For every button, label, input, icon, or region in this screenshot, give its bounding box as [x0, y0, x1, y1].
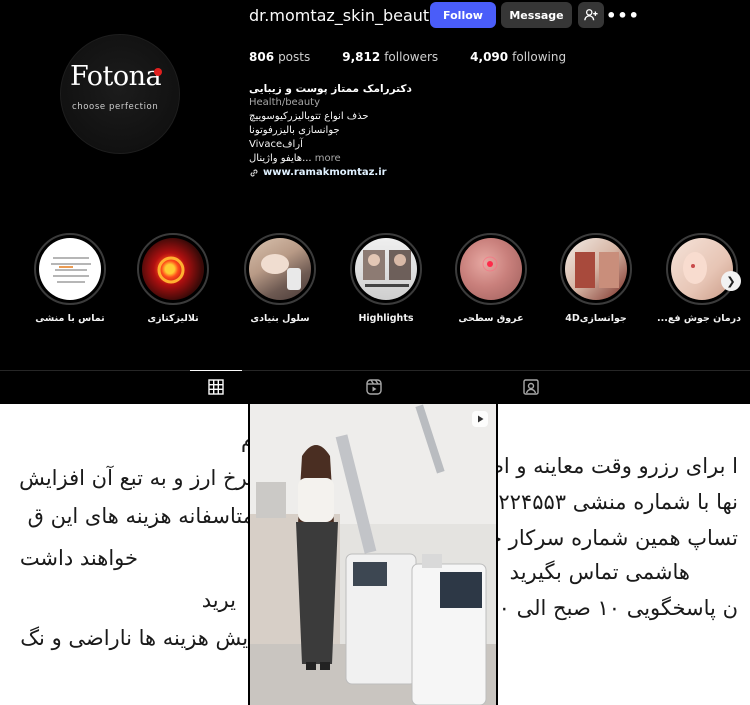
avatar-brand-text: Fotona — [70, 61, 162, 92]
bio-website-link[interactable]: www.ramakmomtaz.ir — [249, 166, 489, 180]
acne-treatment-graphic — [683, 252, 707, 284]
post-text-line: ا برای رزرو وقت معاینه و اطلاع — [498, 454, 738, 478]
website-url: www.ramakmomtaz.ir — [263, 167, 387, 178]
highlight-thumbnail — [355, 238, 417, 300]
highlight-thumbnail — [142, 238, 204, 300]
profile-stats: 806 posts 9,812 followers 4,090 followin… — [249, 50, 598, 64]
following-label: following — [512, 50, 567, 64]
post-text-line: ایش هزینه ها ناراضی و نگ — [20, 626, 248, 650]
posts-grid: م نرخ ارز و به تبع آن افزایش متاسفانه هز… — [0, 404, 750, 705]
highlight-label: تماس با منشی — [35, 313, 105, 324]
post-text-line: متاسفانه هزینه های این ق — [27, 504, 248, 528]
highlight-item[interactable]: تلالیزکتازی — [134, 233, 212, 324]
following-stat[interactable]: 4,090 following — [470, 50, 566, 64]
message-button[interactable]: Message — [501, 2, 572, 28]
highlight-label: Highlights — [358, 313, 414, 324]
posts-stat[interactable]: 806 posts — [249, 50, 310, 64]
reel-badge-icon — [472, 411, 488, 427]
profile-tabs — [0, 370, 750, 403]
laser-ring-graphic — [157, 256, 185, 284]
post-tile[interactable] — [250, 404, 496, 705]
link-icon — [250, 169, 258, 177]
skin-closeup-graphic — [482, 256, 498, 272]
highlight-thumbnail — [565, 238, 627, 300]
highlight-thumbnail — [249, 238, 311, 300]
highlight-thumbnail — [39, 238, 101, 300]
highlight-thumbnail — [671, 238, 733, 300]
highlight-item[interactable]: تماس با منشی — [31, 233, 109, 324]
post-text-line: هاشمی تماس بگیرید — [509, 560, 690, 584]
highlight-thumbnail — [460, 238, 522, 300]
highlight-label: تلالیزکتازی — [147, 313, 199, 324]
followers-label: followers — [384, 50, 439, 64]
active-tab-indicator — [190, 370, 242, 371]
posts-count: 806 — [249, 50, 275, 64]
tab-posts[interactable] — [206, 377, 226, 397]
bio-line: آرافVivace — [249, 139, 303, 150]
bio-name: دکتررامک ممتاز پوست و زیبایی — [249, 83, 412, 95]
tagged-user-icon — [523, 379, 539, 395]
grid-icon — [208, 379, 224, 395]
highlight-label: سلول بنیادی — [250, 313, 310, 324]
chevron-right-icon: ❯ — [726, 274, 736, 288]
tab-reels[interactable] — [364, 377, 384, 397]
reels-small-icon — [478, 415, 484, 423]
bio-more-link[interactable]: more — [315, 153, 341, 164]
avatar-brand-dot — [154, 68, 162, 76]
avatar-tagline: choose perfection — [72, 102, 159, 112]
tab-tagged[interactable] — [521, 377, 541, 397]
following-count: 4,090 — [470, 50, 509, 64]
post-text-line: م — [240, 428, 248, 452]
post-text-line: یرید — [201, 588, 236, 612]
highlight-label: عروق سطحی — [458, 313, 524, 324]
post-tile[interactable]: ا برای رزرو وقت معاینه و اطلاع نها با شم… — [498, 404, 750, 705]
bio-line-with-more: هایفو واژینال... more — [249, 152, 489, 166]
bio-line: جوانسازی بالیزرفوتونا — [249, 125, 340, 136]
highlights-next-button[interactable]: ❯ — [721, 271, 741, 291]
rejuvenation-photo-graphic — [575, 252, 619, 288]
post-text-line: تساپ همین شماره سرکار خان — [498, 526, 738, 550]
reels-icon — [366, 379, 382, 395]
post-text-line: نرخ ارز و به تبع آن افزایش — [19, 466, 248, 490]
highlight-item[interactable]: سلول بنیادی — [241, 233, 319, 324]
followers-stat[interactable]: 9,812 followers — [342, 50, 438, 64]
post-text-line: نها با شماره منشی ۰۹۱۲۳۲۲۴۵۵۳ — [498, 490, 738, 514]
more-dots-icon: ••• — [606, 5, 640, 25]
clinic-reel-photo — [250, 404, 496, 705]
profile-username: dr.momtaz_skin_beauty — [249, 6, 439, 25]
bio-line: حذف انواع تتوبالیزرکیوسوییچ — [249, 111, 369, 122]
highlight-label: درمان جوش فع... — [657, 313, 741, 324]
follow-button[interactable]: Follow — [430, 2, 496, 28]
highlight-item[interactable]: عروق سطحی — [452, 233, 530, 324]
treatment-photo-graphic — [261, 254, 301, 290]
post-tile[interactable]: م نرخ ارز و به تبع آن افزایش متاسفانه هز… — [0, 404, 248, 705]
highlight-item[interactable]: Highlights — [347, 233, 425, 324]
add-user-icon — [584, 9, 598, 21]
post-text-line: ن پاسخگویی ۱۰ صبح الی ۱۰ شب — [498, 596, 738, 620]
suggested-users-button[interactable] — [578, 2, 604, 28]
bio-category: Health/beauty — [249, 97, 321, 108]
highlight-label: جوانسازی4D — [565, 313, 627, 324]
post-text-line: خواهند داشت — [19, 546, 138, 570]
profile-avatar[interactable]: Fotona choose perfection — [60, 34, 180, 154]
more-options-button[interactable]: ••• — [606, 2, 639, 28]
highlight-item[interactable]: جوانسازی4D — [557, 233, 635, 324]
followers-count: 9,812 — [342, 50, 381, 64]
bio-line: هایفو واژینال... — [249, 153, 312, 164]
faces-collage-graphic — [363, 250, 411, 287]
profile-bio: دکتررامک ممتاز پوست و زیبایی Health/beau… — [249, 82, 489, 180]
posts-label: posts — [278, 50, 311, 64]
text-thumbnail-graphic — [51, 257, 91, 283]
